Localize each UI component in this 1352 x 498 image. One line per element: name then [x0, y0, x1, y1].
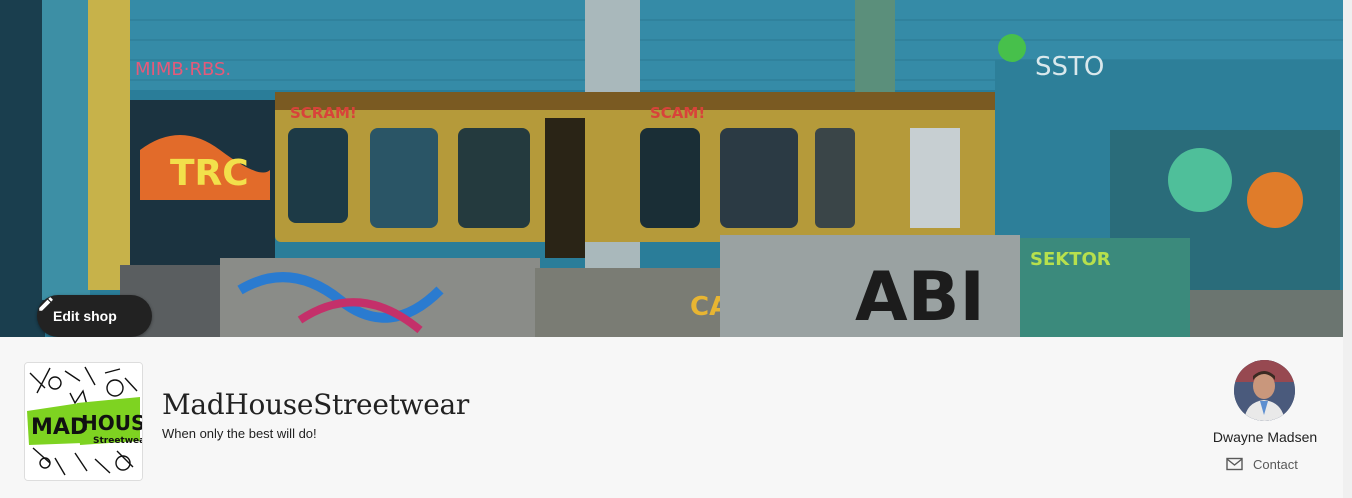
- contact-label: Contact: [1253, 456, 1298, 472]
- owner-photo: [1234, 360, 1295, 421]
- svg-text:SCAM!: SCAM!: [650, 104, 705, 122]
- svg-text:SSTO: SSTO: [1035, 52, 1104, 82]
- svg-text:SCRAM!: SCRAM!: [290, 104, 357, 122]
- logo-text-house: HOUSE: [81, 411, 142, 435]
- envelope-icon: [1226, 457, 1243, 471]
- banner-graffiti-illustration: TRC MIMB·RBS. SCRAM! SCAM! SSTO CAPUTO A…: [0, 0, 1343, 337]
- edit-shop-label: Edit shop: [53, 308, 117, 324]
- svg-text:MIMB·RBS.: MIMB·RBS.: [135, 59, 231, 80]
- shop-tagline: When only the best will do!: [162, 426, 317, 441]
- page-scrollbar[interactable]: [1343, 0, 1352, 498]
- logo-text-streetwear: Streetwear: [93, 436, 142, 446]
- logo-text-mad: MAD: [31, 415, 88, 440]
- contact-button[interactable]: Contact: [1226, 455, 1298, 473]
- shop-banner-image: TRC MIMB·RBS. SCRAM! SCAM! SSTO CAPUTO A…: [0, 0, 1343, 337]
- shop-logo[interactable]: MAD HOUSE Streetwear: [24, 362, 143, 481]
- svg-text:TRC: TRC: [170, 153, 249, 194]
- owner-avatar[interactable]: [1234, 360, 1295, 421]
- shop-logo-graphic: MAD HOUSE Streetwear: [25, 363, 142, 480]
- edit-shop-button[interactable]: Edit shop: [37, 295, 152, 337]
- svg-text:SEKTOR: SEKTOR: [1030, 249, 1111, 270]
- shop-name: MadHouseStreetwear: [162, 388, 469, 421]
- owner-name: Dwayne Madsen: [1212, 429, 1318, 445]
- svg-text:ABI: ABI: [855, 258, 985, 337]
- pencil-icon: [39, 297, 53, 311]
